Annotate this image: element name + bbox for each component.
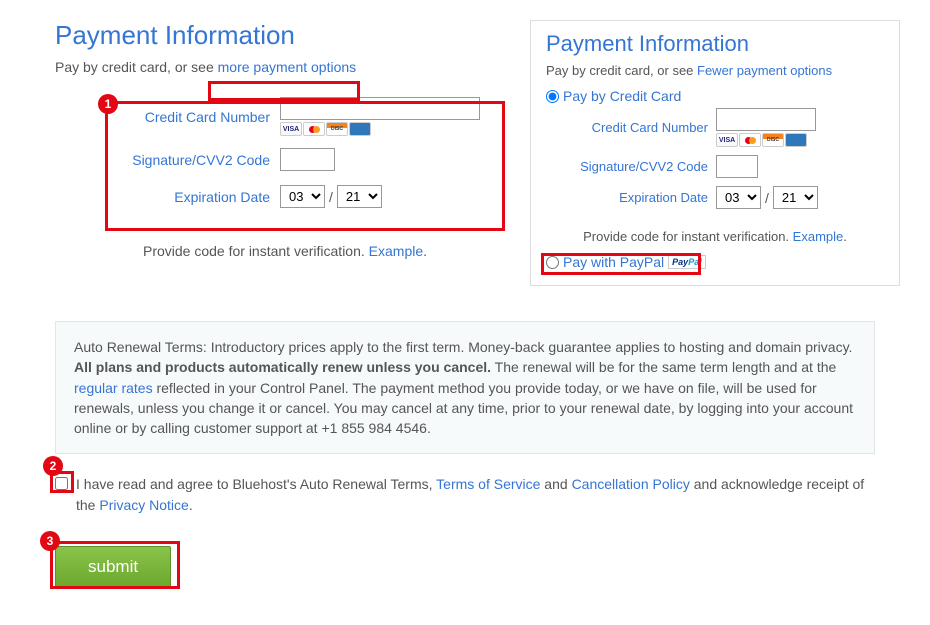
agree-checkbox[interactable]: [55, 477, 68, 490]
visa-icon: VISA: [280, 122, 302, 136]
mastercard-icon: [303, 122, 325, 136]
pay-paypal-label: Pay with PayPal: [563, 254, 664, 270]
terms-section: Auto Renewal Terms: Introductory prices …: [55, 321, 875, 516]
discover-icon: DISC: [762, 133, 784, 147]
example-link[interactable]: Example: [369, 243, 423, 259]
payment-form: Credit Card Number VISA DISC Signature/C…: [55, 85, 515, 208]
regular-rates-link[interactable]: regular rates: [74, 380, 153, 396]
cc-number-label: Credit Card Number: [546, 120, 716, 135]
verify-text: Provide code for instant verification. E…: [55, 243, 515, 259]
cvv-label: Signature/CVV2 Code: [55, 152, 280, 168]
exp-label: Expiration Date: [55, 189, 280, 205]
exp-month-select[interactable]: 03: [280, 185, 325, 208]
submit-button[interactable]: submit: [55, 546, 171, 588]
page-title: Payment Information: [546, 31, 884, 57]
subtext: Pay by credit card, or see Fewer payment…: [546, 63, 884, 78]
annotation-badge-1: 1: [98, 94, 118, 114]
pay-paypal-radio[interactable]: [546, 256, 559, 269]
exp-label: Expiration Date: [546, 190, 716, 205]
card-icons: VISA DISC: [716, 133, 816, 147]
cancellation-policy-link[interactable]: Cancellation Policy: [572, 476, 690, 492]
tos-link[interactable]: Terms of Service: [436, 476, 540, 492]
agree-row: I have read and agree to Bluehost's Auto…: [55, 474, 875, 516]
example-link[interactable]: Example: [793, 229, 844, 244]
amex-icon: [349, 122, 371, 136]
visa-icon: VISA: [716, 133, 738, 147]
subtext: Pay by credit card, or see more payment …: [55, 59, 515, 75]
exp-month-select[interactable]: 03: [716, 186, 761, 209]
verify-text: Provide code for instant verification. E…: [546, 229, 884, 244]
pay-cc-label: Pay by Credit Card: [563, 88, 681, 104]
privacy-notice-link[interactable]: Privacy Notice: [99, 497, 188, 513]
cvv-label: Signature/CVV2 Code: [546, 159, 716, 174]
fewer-payment-options-link[interactable]: Fewer payment options: [697, 63, 832, 78]
exp-year-select[interactable]: 21: [337, 185, 382, 208]
cc-number-input[interactable]: [280, 97, 480, 120]
mastercard-icon: [739, 133, 761, 147]
submit-section: submit 3: [55, 546, 875, 588]
right-payment-panel: Payment Information Pay by credit card, …: [530, 20, 900, 286]
left-payment-panel: Payment Information Pay by credit card, …: [55, 20, 515, 286]
cc-number-label: Credit Card Number: [55, 109, 280, 125]
amex-icon: [785, 133, 807, 147]
cc-number-input[interactable]: [716, 108, 816, 131]
page-title: Payment Information: [55, 20, 515, 51]
paypal-icon: PayPal: [668, 255, 706, 269]
card-icons: VISA DISC: [280, 122, 480, 136]
annotation-badge-2: 2: [43, 456, 63, 476]
discover-icon: DISC: [326, 122, 348, 136]
cvv-input[interactable]: [716, 155, 758, 178]
pay-cc-radio[interactable]: [546, 90, 559, 103]
cvv-input[interactable]: [280, 148, 335, 171]
auto-renewal-terms: Auto Renewal Terms: Introductory prices …: [55, 321, 875, 454]
exp-year-select[interactable]: 21: [773, 186, 818, 209]
more-payment-options-link[interactable]: more payment options: [218, 59, 357, 75]
